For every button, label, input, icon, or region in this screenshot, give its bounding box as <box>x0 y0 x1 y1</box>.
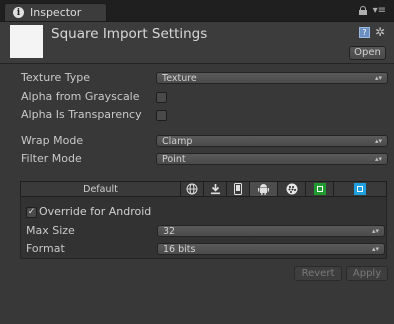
dropdown-arrow-icon: ▴▾ <box>371 245 379 253</box>
override-label: Override for Android <box>39 205 152 218</box>
filter-mode-label: Filter Mode <box>21 152 82 165</box>
dropdown-arrow-icon: ▴▾ <box>371 227 379 235</box>
format-value: 16 bits <box>163 244 196 255</box>
filter-mode-value: Point <box>162 154 186 165</box>
platform-tab-android[interactable] <box>250 182 278 196</box>
override-checkbox[interactable]: ✓ <box>26 207 37 218</box>
tab-inspector[interactable]: i Inspector <box>4 3 107 21</box>
alpha-is-transparency-checkbox[interactable] <box>156 110 167 121</box>
platform-settings: ✓ Override for Android Max Size 32 ▴▾ Fo… <box>20 197 387 259</box>
platform-tab-bar: Default <box>20 181 387 197</box>
platform-tab-blackberry[interactable] <box>278 182 306 196</box>
info-icon: i <box>13 7 24 18</box>
max-size-dropdown[interactable]: 32 ▴▾ <box>157 225 385 237</box>
platform-tab-ios[interactable] <box>227 182 250 196</box>
platform-tab-standalone[interactable] <box>204 182 227 196</box>
open-button[interactable]: Open <box>349 46 386 60</box>
texture-type-value: Texture <box>162 73 197 84</box>
asset-header: Square Import Settings ? ✲ Open <box>0 22 394 64</box>
dropdown-arrow-icon: ▴▾ <box>374 137 382 145</box>
dropdown-arrow-icon: ▴▾ <box>374 155 382 163</box>
tab-menu-icon[interactable]: ▾≡ <box>373 6 386 16</box>
alpha-from-grayscale-checkbox[interactable] <box>156 92 167 103</box>
download-icon <box>210 184 220 195</box>
platform-tab-default[interactable]: Default <box>21 182 181 196</box>
max-size-value: 32 <box>163 226 176 237</box>
lock-icon[interactable] <box>358 6 367 15</box>
asset-thumbnail <box>10 25 43 58</box>
format-label: Format <box>26 242 65 255</box>
blackberry-icon <box>286 183 297 195</box>
apply-button[interactable]: Apply <box>346 266 388 281</box>
platform-tab-web[interactable] <box>181 182 204 196</box>
inspector-panel: Square Import Settings ? ✲ Open Texture … <box>0 21 394 324</box>
tab-label: Inspector <box>30 6 82 19</box>
asset-title: Square Import Settings <box>51 26 208 42</box>
revert-button[interactable]: Revert <box>294 266 342 281</box>
iphone-icon <box>234 183 242 195</box>
windows-phone-icon <box>354 183 366 195</box>
alpha-is-transparency-label: Alpha Is Transparency <box>21 108 142 121</box>
android-icon <box>258 184 269 195</box>
platform-tab-windows-phone[interactable] <box>334 182 386 196</box>
dropdown-arrow-icon: ▴▾ <box>374 74 382 82</box>
windows-store-icon <box>313 183 326 195</box>
tab-bar: i Inspector ▾≡ <box>0 0 394 21</box>
platform-tab-windows-store[interactable] <box>306 182 334 196</box>
max-size-label: Max Size <box>26 224 75 237</box>
wrap-mode-dropdown[interactable]: Clamp ▴▾ <box>156 135 388 147</box>
web-globe-icon <box>186 183 198 195</box>
alpha-from-grayscale-label: Alpha from Grayscale <box>21 90 140 103</box>
tab-tools: ▾≡ <box>358 6 386 16</box>
gear-icon[interactable]: ✲ <box>375 25 385 39</box>
format-dropdown[interactable]: 16 bits ▴▾ <box>157 243 385 255</box>
texture-type-dropdown[interactable]: Texture ▴▾ <box>156 72 388 84</box>
texture-type-label: Texture Type <box>21 71 91 84</box>
wrap-mode-label: Wrap Mode <box>21 134 84 147</box>
filter-mode-dropdown[interactable]: Point ▴▾ <box>156 153 388 165</box>
help-icon[interactable]: ? <box>359 27 370 38</box>
wrap-mode-value: Clamp <box>162 136 193 147</box>
